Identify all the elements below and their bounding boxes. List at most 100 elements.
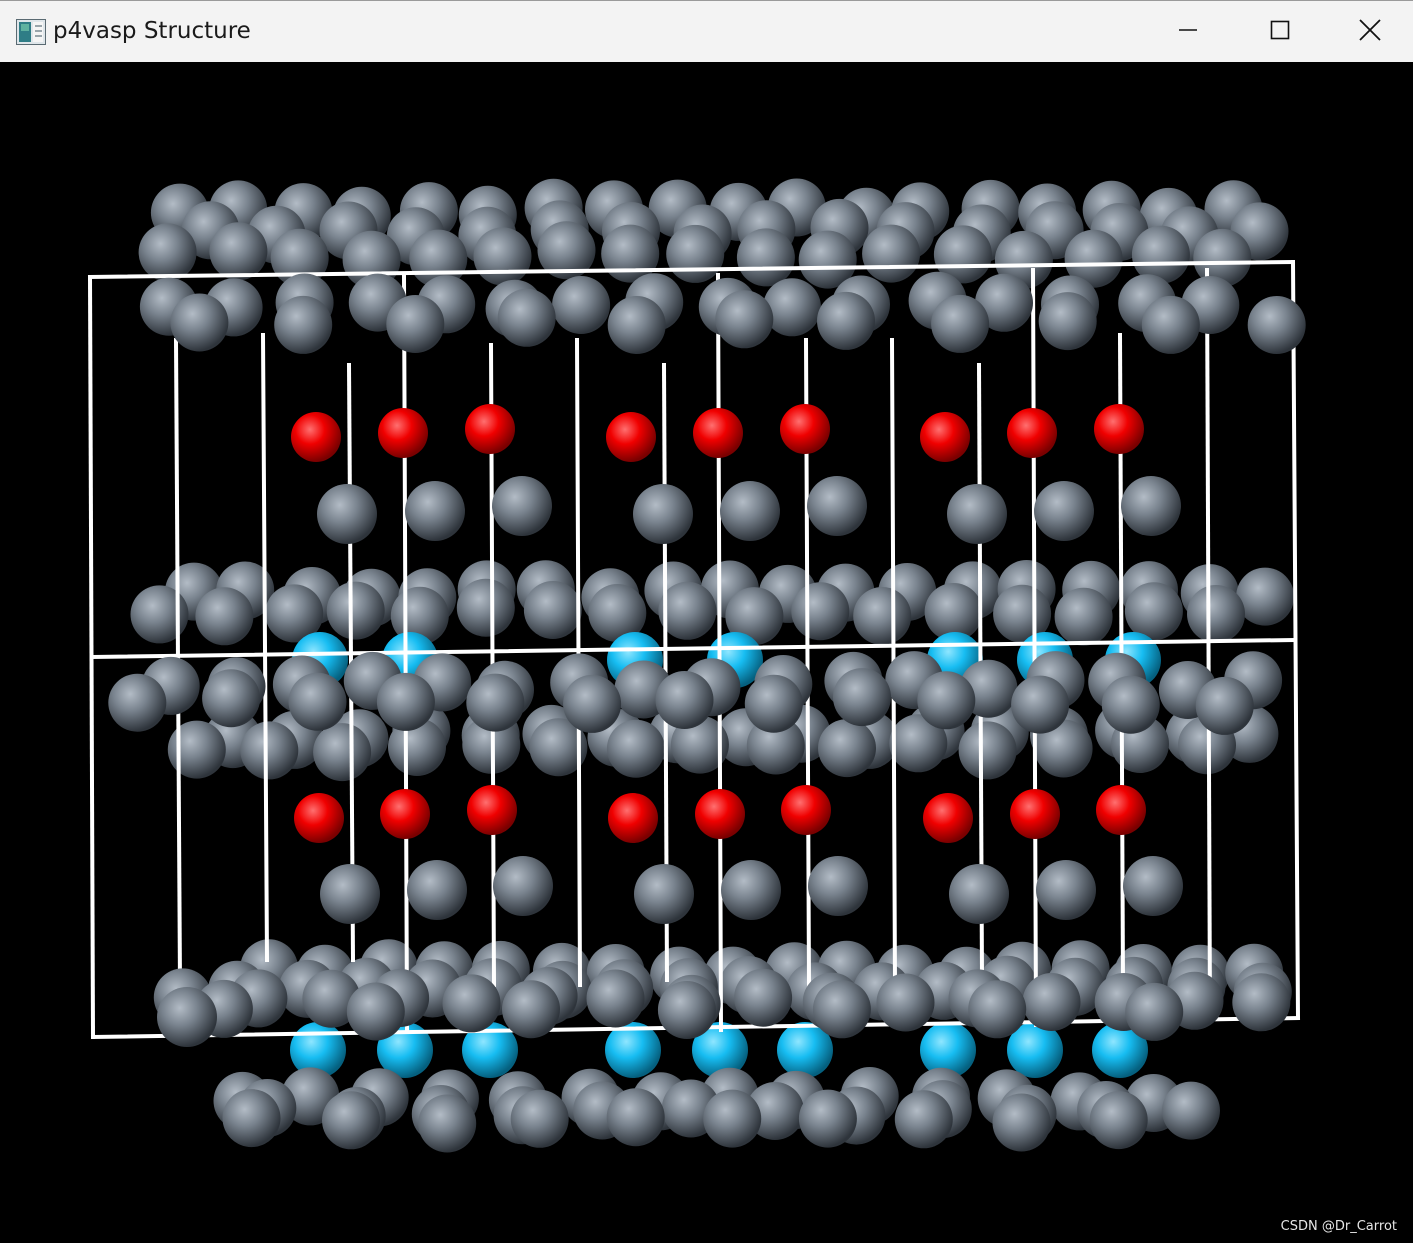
red-atom (1007, 408, 1057, 458)
structure-3d-viewport[interactable]: CSDN @Dr_Carrot (0, 62, 1413, 1243)
gray-atom (862, 224, 921, 283)
gray-atom (634, 864, 694, 924)
red-atom (695, 789, 745, 839)
gray-atom (157, 987, 217, 1047)
cell-edge-left (87, 274, 96, 1040)
red-atom (780, 404, 830, 454)
red-atom (1010, 789, 1060, 839)
gray-atom (497, 288, 556, 347)
maximize-icon (1270, 20, 1290, 44)
minimize-button[interactable] (1142, 1, 1234, 63)
gray-atom (633, 484, 693, 544)
gray-atom (807, 476, 867, 536)
gray-atom (313, 723, 372, 782)
gray-atom (222, 1089, 281, 1148)
gray-atom (195, 587, 254, 646)
gray-atom (552, 276, 611, 334)
cell-edge-vertical (1030, 267, 1039, 1028)
gray-atom (1141, 295, 1200, 354)
red-atom (294, 793, 344, 843)
gray-atom (817, 291, 875, 350)
red-atom (920, 412, 970, 462)
gray-atom (202, 669, 261, 728)
gray-atom (812, 980, 871, 1039)
gray-atom (320, 864, 380, 924)
gray-atom (288, 672, 347, 731)
red-atom (1096, 785, 1146, 835)
gray-atom (703, 1089, 762, 1148)
p4vasp-app-icon (16, 19, 46, 45)
gray-atom (736, 228, 795, 287)
gray-atom (791, 582, 850, 641)
app-window: p4vasp Structure CSDN @Dr_Carrot (0, 0, 1413, 1243)
red-atom (693, 408, 743, 458)
gray-atom (493, 856, 553, 916)
gray-atom (655, 671, 714, 729)
gray-atom (1195, 676, 1254, 735)
gray-atom (931, 294, 990, 353)
gray-atom (405, 481, 465, 541)
gray-atom (607, 296, 666, 354)
gray-atom (720, 481, 780, 541)
red-atom (923, 793, 973, 843)
gray-atom (317, 484, 377, 544)
gray-atom (108, 673, 167, 732)
gray-atom (1123, 856, 1183, 916)
gray-atom (876, 973, 935, 1032)
gray-atom (958, 721, 1017, 780)
close-icon (1358, 19, 1381, 45)
gray-atom (894, 1090, 953, 1149)
gray-atom (442, 974, 501, 1033)
red-atom (1094, 404, 1144, 454)
gray-atom (1036, 860, 1096, 920)
gray-atom (1247, 296, 1306, 354)
gray-atom (510, 1089, 569, 1148)
gray-atom (1187, 585, 1245, 643)
gray-atom (209, 222, 268, 281)
gray-atom (326, 581, 385, 640)
gray-atom (466, 673, 525, 732)
structure-scene[interactable] (0, 62, 1413, 1243)
gray-atom (734, 968, 793, 1027)
gray-atom (456, 578, 515, 637)
title-bar[interactable]: p4vasp Structure (0, 0, 1413, 62)
gray-atom (170, 293, 229, 352)
gray-atom (721, 860, 781, 920)
gray-atom (992, 1093, 1051, 1152)
gray-atom (1162, 1081, 1220, 1140)
gray-atom (138, 223, 197, 282)
gray-atom (1022, 973, 1081, 1031)
gray-atom (606, 1088, 665, 1147)
gray-atom (949, 864, 1009, 924)
gray-atom (322, 1091, 380, 1150)
gray-atom (744, 674, 803, 733)
gray-atom (657, 981, 716, 1039)
gray-atom (586, 969, 645, 1028)
gray-atom (798, 1089, 857, 1148)
gray-atom (346, 982, 405, 1041)
gray-atom (1011, 675, 1070, 734)
gray-atom (715, 290, 774, 349)
gray-atom (917, 671, 976, 730)
gray-atom (1089, 1091, 1148, 1150)
gray-atom (376, 672, 435, 731)
gray-atom (808, 856, 868, 916)
gray-atom (563, 674, 622, 733)
gray-atom (1101, 675, 1160, 734)
atoms-front-layer (108, 271, 1306, 1047)
gray-atom (853, 587, 912, 645)
close-button[interactable] (1326, 1, 1413, 63)
gray-atom (418, 1094, 477, 1153)
gray-atom (818, 719, 876, 778)
gray-atom (473, 227, 532, 286)
red-atom (378, 408, 428, 458)
cell-edge-vertical (715, 272, 724, 1033)
red-atom (781, 785, 831, 835)
maximize-button[interactable] (1234, 1, 1326, 63)
red-atom (608, 793, 658, 843)
red-atom (465, 404, 515, 454)
minimize-icon (1178, 20, 1198, 44)
gray-atom (274, 295, 333, 354)
gray-atom (1054, 587, 1113, 646)
gray-atom (1034, 481, 1094, 541)
